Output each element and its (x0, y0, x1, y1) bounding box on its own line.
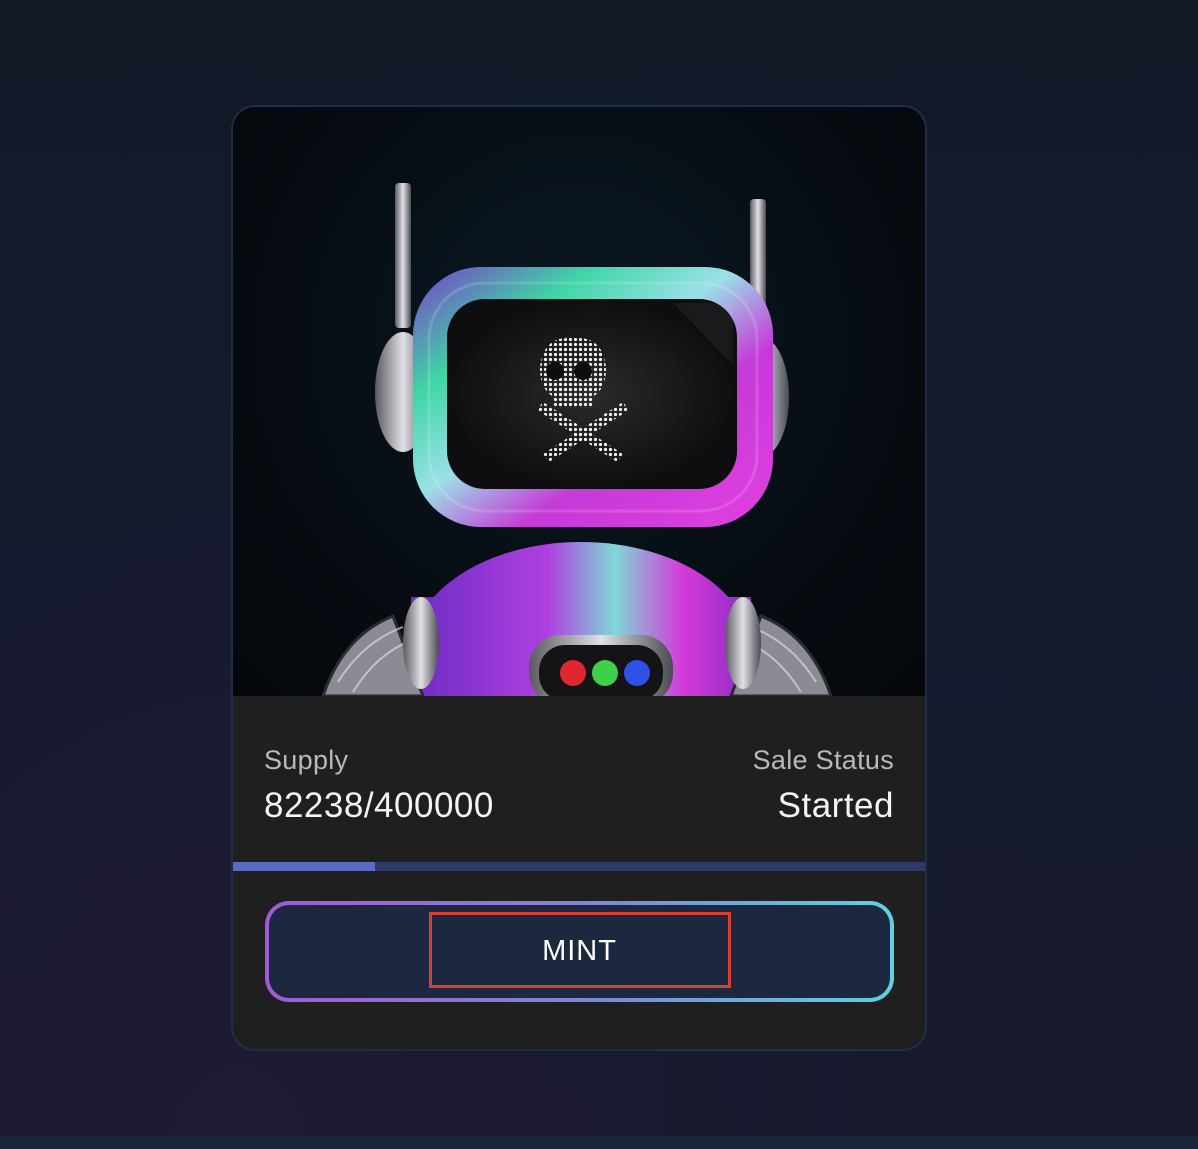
mint-button[interactable]: MINT (265, 901, 894, 1002)
sale-status-label: Sale Status (752, 745, 894, 775)
supply-label: Supply (264, 745, 349, 775)
supply-value: 82238/400000 (264, 786, 494, 825)
supply-progress-fill (233, 862, 376, 871)
sale-status-value: Started (777, 786, 894, 825)
bottom-bar (0, 1136, 1198, 1149)
nft-mint-card: Supply 82238/400000 Sale Status Started … (231, 105, 927, 1051)
robot-artwork-image (233, 107, 925, 696)
robot-artwork-icon (321, 183, 833, 696)
mint-stats: Supply 82238/400000 Sale Status Started (233, 696, 925, 862)
mint-button-label[interactable]: MINT (542, 935, 617, 968)
mint-button-inner[interactable]: MINT (269, 905, 890, 998)
supply-progress-bar (233, 862, 925, 871)
